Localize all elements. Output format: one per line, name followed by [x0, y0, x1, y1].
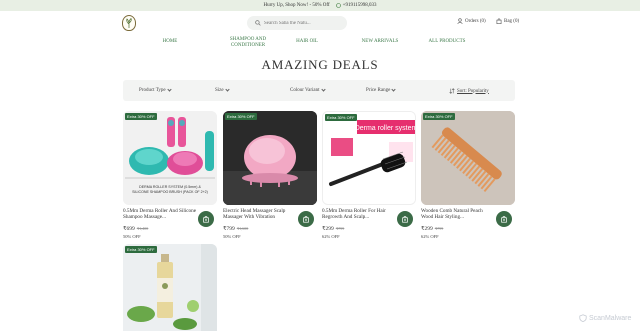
nav-hair-oil[interactable]: HAIR OIL — [290, 39, 324, 45]
product-name[interactable]: 0.5Mm Derma Roller For Hair Regrowth And… — [322, 208, 397, 220]
product-image[interactable]: Extra 30% OFF DERMA ROLLER SYSTEM (0.5mm… — [123, 111, 217, 205]
discount-badge: Extra 30% OFF — [325, 114, 357, 121]
chevron-down-icon — [224, 87, 230, 92]
sort-icon — [449, 88, 455, 94]
product-name[interactable]: 0.5Mm Derma Roller And Silicone Shampoo … — [123, 208, 198, 220]
product-card[interactable]: Extra 30% OFF DERMA ROLLER SYSTEM (0.5mm… — [123, 111, 217, 239]
sort-dropdown[interactable]: Sort: Popularity — [449, 88, 489, 94]
product-card[interactable]: Extra 30% OFF Wooden Comb Natural Peach … — [421, 111, 515, 239]
page-title: AMAZING DEALS — [261, 57, 379, 72]
whatsapp-icon — [335, 3, 341, 8]
user-icon — [457, 18, 463, 24]
filter-label: Colour Variant — [290, 88, 320, 93]
announcement-text: Hurry Up, Shop Now! - 50% Off — [263, 3, 330, 8]
discount-badge: Extra 30% OFF — [225, 113, 257, 120]
add-to-bag-button[interactable] — [397, 211, 413, 227]
product-price: ₹299 ₹799 — [322, 226, 344, 232]
product-image[interactable]: Extra 30% OFF Derma roller system — [322, 111, 416, 205]
filter-size[interactable]: Size — [215, 87, 230, 93]
svg-text:DERMA ROLLER SYSTEM (0.5mm) &: DERMA ROLLER SYSTEM (0.5mm) & — [139, 185, 201, 189]
bag-plus-icon — [501, 216, 507, 223]
product-image[interactable]: Extra 30% OFF — [223, 111, 317, 205]
add-to-bag-button[interactable] — [298, 211, 314, 227]
nav-shampoo-conditioner[interactable]: SHAMPOO AND CONDITIONER — [227, 37, 269, 48]
discount-badge: Extra 30% OFF — [125, 113, 157, 120]
product-card[interactable]: Extra 30% OFF Electric Head Massager Sca… — [223, 111, 317, 239]
add-to-bag-button[interactable] — [198, 211, 214, 227]
sale-price: ₹299 — [322, 226, 334, 232]
product-name[interactable]: Wooden Comb Natural Peach Wood Hair Styl… — [421, 208, 496, 220]
sort-label: Sort: Popularity — [457, 88, 489, 94]
leaf-logo-icon — [126, 17, 132, 28]
product-price: ₹299 ₹799 — [421, 226, 443, 232]
watermark: ScanMalware — [579, 314, 631, 322]
derma-roller-image: Derma roller system — [323, 112, 416, 204]
watermark-text: ScanMalware — [589, 314, 632, 322]
filter-colour-variant[interactable]: Colour Variant — [290, 87, 326, 93]
phone-number: +919115998,033 — [342, 3, 377, 8]
announcement-bar: Hurry Up, Shop Now! - 50% Off +919115998… — [0, 0, 640, 11]
bag-plus-icon — [303, 216, 309, 223]
sale-price: ₹299 — [421, 226, 433, 232]
product-card[interactable]: Extra 30% OFF — [123, 244, 217, 331]
discount-percent: 62% OFF — [421, 234, 439, 239]
original-price: ₹1,400 — [136, 226, 149, 231]
product-card[interactable]: Extra 30% OFF Derma roller system 0.5Mm … — [322, 111, 416, 239]
orders-label: Orders (0) — [465, 18, 486, 24]
sale-price: ₹799 — [223, 226, 235, 232]
product-price: ₹699 ₹1,400 — [123, 226, 148, 232]
derma-roller-brush-image: DERMA ROLLER SYSTEM (0.5mm) & SILICONE S… — [123, 111, 217, 205]
original-price: ₹799 — [335, 226, 345, 231]
original-price: ₹1,600 — [236, 226, 249, 231]
discount-badge: Extra 30% OFF — [125, 246, 157, 253]
discount-percent: 50% OFF — [123, 234, 141, 239]
svg-text:Derma roller system: Derma roller system — [355, 125, 416, 132]
filter-product-type[interactable]: Product Type — [139, 87, 172, 93]
chevron-down-icon — [167, 87, 172, 92]
hair-oil-bottle-image — [123, 244, 217, 331]
product-name[interactable]: Electric Head Massager Scalp Massager Wi… — [223, 208, 298, 220]
filter-bar: Product Type Size Colour Variant Price R… — [123, 80, 515, 101]
brand-logo[interactable] — [122, 15, 136, 31]
bag-plus-icon — [402, 216, 408, 223]
chevron-down-icon — [391, 87, 396, 92]
sale-price: ₹699 — [123, 226, 135, 232]
search-icon — [255, 20, 261, 26]
filter-label: Product Type — [139, 88, 166, 93]
original-price: ₹799 — [434, 226, 444, 231]
main-nav: HOME SHAMPOO AND CONDITIONER HAIR OIL NE… — [0, 37, 640, 49]
bag-icon — [496, 18, 502, 24]
add-to-bag-button[interactable] — [496, 211, 512, 227]
svg-text:SILICONE SHAMPOO BRUSH (PACK O: SILICONE SHAMPOO BRUSH (PACK OF 2+2) — [132, 190, 208, 194]
filter-label: Size — [215, 88, 224, 93]
nav-home[interactable]: HOME — [150, 39, 190, 45]
discount-percent: 62% OFF — [322, 234, 340, 239]
filter-label: Price Range — [366, 88, 391, 93]
shield-icon — [579, 314, 587, 322]
nav-all-products[interactable]: ALL PRODUCTS — [424, 39, 470, 45]
filter-price-range[interactable]: Price Range — [366, 87, 396, 93]
product-image[interactable]: Extra 30% OFF — [123, 244, 217, 331]
bag-plus-icon — [203, 216, 209, 223]
orders-link[interactable]: Orders (0) — [457, 18, 486, 24]
search-bar[interactable] — [247, 16, 347, 30]
head-massager-image — [223, 111, 317, 205]
product-image[interactable]: Extra 30% OFF — [421, 111, 515, 205]
product-price: ₹799 ₹1,600 — [223, 226, 248, 232]
search-input[interactable] — [264, 20, 344, 26]
announcement-phone[interactable]: +919115998,033 — [335, 3, 377, 8]
bag-link[interactable]: Bag (0) — [496, 18, 519, 24]
bag-label: Bag (0) — [504, 18, 520, 24]
nav-new-arrivals[interactable]: NEW ARRIVALS — [358, 39, 402, 45]
discount-badge: Extra 30% OFF — [423, 113, 455, 120]
discount-percent: 50% OFF — [223, 234, 241, 239]
chevron-down-icon — [320, 87, 326, 92]
wooden-comb-image — [421, 111, 515, 205]
